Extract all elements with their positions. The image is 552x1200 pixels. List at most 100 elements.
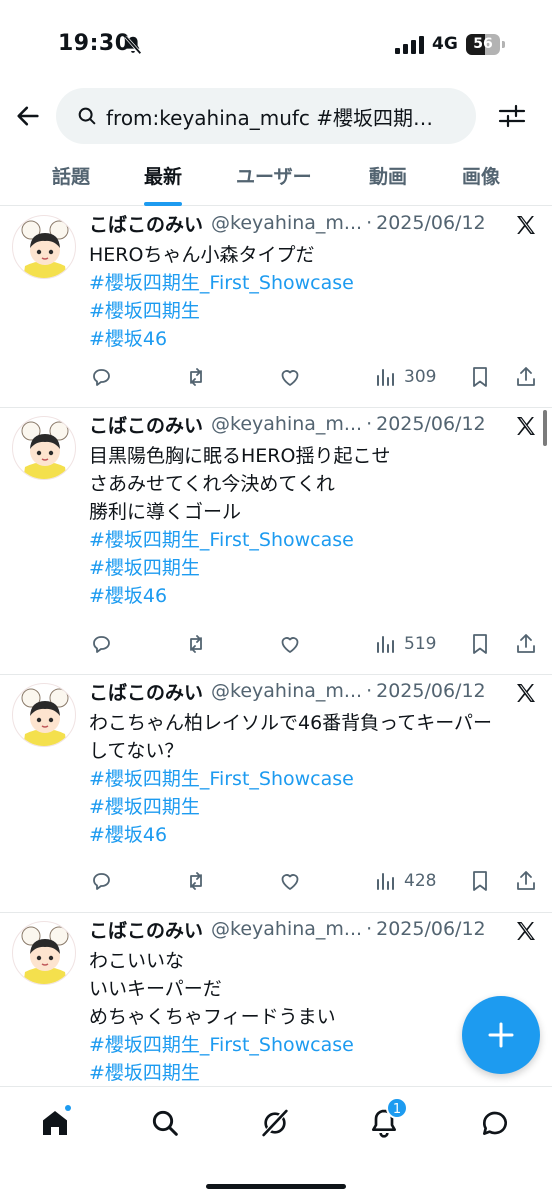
home-unread-dot: [65, 1105, 71, 1111]
display-name[interactable]: こばこのみい: [89, 916, 203, 943]
tweet-date[interactable]: 2025/06/12: [376, 918, 486, 940]
views-button[interactable]: 428: [374, 865, 436, 897]
display-name[interactable]: こばこのみい: [89, 411, 203, 438]
x-logo-icon: [517, 684, 535, 702]
hashtag-link[interactable]: #櫻坂四期生_First_Showcase: [89, 269, 538, 297]
heart-icon: [281, 874, 299, 890]
like-button[interactable]: [278, 628, 302, 660]
tweet-text-line: わこいいな: [89, 950, 185, 972]
nav-notifications[interactable]: 1: [364, 1097, 408, 1143]
status-bar: 19:30 4G 56: [0, 0, 552, 88]
display-name[interactable]: こばこのみい: [89, 210, 203, 237]
separator-dot: ·: [366, 918, 373, 940]
messages-icon: [482, 1111, 507, 1135]
retweet-button[interactable]: [184, 361, 208, 393]
share-button[interactable]: [514, 865, 538, 897]
tweet-header: こばこのみい @keyahina_m... · 2025/06/12: [89, 675, 538, 707]
tweet-text-line: してない？: [89, 740, 184, 762]
bookmark-button[interactable]: [468, 361, 492, 393]
like-button[interactable]: [278, 865, 302, 897]
like-button[interactable]: [278, 361, 302, 393]
retweet-button[interactable]: [184, 628, 208, 660]
tweet-text: わこちゃん柏レイソルで46番背負ってキーパー してない？ #櫻坂四期生_Firs…: [89, 709, 538, 849]
bookmark-icon: [473, 634, 487, 654]
tweet[interactable]: こばこのみい @keyahina_m... · 2025/06/12 わこいいな…: [0, 913, 552, 1086]
views-button[interactable]: 519: [374, 628, 436, 660]
hashtag-link[interactable]: #櫻坂46: [89, 821, 538, 849]
tweet-date[interactable]: 2025/06/12: [376, 212, 486, 234]
hashtag-link[interactable]: #櫻坂四期生: [89, 554, 538, 582]
tab-latest[interactable]: 最新: [144, 162, 183, 206]
search-query: from:keyahina_mufc #櫻坂四期生_First_Showcase: [106, 105, 451, 130]
tweet[interactable]: こばこのみい @keyahina_m... · 2025/06/12 わこちゃん…: [0, 675, 552, 913]
hashtag-link[interactable]: #櫻坂四期生: [89, 793, 538, 821]
hashtag-link[interactable]: #櫻坂46: [89, 582, 538, 610]
tweet-text-line: 勝利に導くゴール: [89, 501, 242, 523]
avatar[interactable]: [12, 416, 76, 480]
tweet-text-line: HEROちゃん小森タイプだ: [89, 244, 315, 266]
hashtag-link[interactable]: #櫻坂四期生: [89, 1059, 538, 1086]
nav-messages[interactable]: [475, 1103, 515, 1143]
view-count: 428: [404, 871, 437, 891]
nav-search[interactable]: [145, 1103, 185, 1143]
tab-images[interactable]: 画像: [462, 162, 500, 206]
user-handle[interactable]: @keyahina_m...: [211, 212, 362, 234]
plus-icon: [488, 1022, 514, 1048]
reply-button[interactable]: [89, 628, 113, 660]
retweet-button[interactable]: [184, 865, 208, 897]
user-handle[interactable]: @keyahina_m...: [211, 413, 362, 435]
bookmark-icon: [473, 367, 487, 387]
tweet-text-line: いいキーパーだ: [89, 978, 222, 1000]
tweet-actions: 428: [89, 865, 538, 897]
scrollbar[interactable]: [543, 410, 547, 446]
nav-home[interactable]: [35, 1103, 75, 1143]
hashtag-link[interactable]: #櫻坂46: [89, 325, 538, 353]
nav-grok[interactable]: [255, 1103, 295, 1143]
filter-button[interactable]: [494, 100, 530, 132]
search-input[interactable]: from:keyahina_mufc #櫻坂四期生_First_Showcase: [56, 88, 476, 144]
sliders-icon: [498, 104, 526, 128]
x-logo-icon: [517, 417, 535, 435]
reply-button[interactable]: [89, 865, 113, 897]
share-button[interactable]: [514, 628, 538, 660]
bookmark-button[interactable]: [468, 865, 492, 897]
user-handle[interactable]: @keyahina_m...: [211, 680, 362, 702]
compose-button[interactable]: [462, 996, 540, 1074]
reply-icon: [93, 369, 110, 386]
avatar-illustration: [21, 220, 69, 278]
tab-people[interactable]: ユーザー: [236, 162, 312, 206]
tab-top[interactable]: 話題: [52, 162, 90, 206]
user-handle[interactable]: @keyahina_m...: [211, 918, 362, 940]
x-logo-icon: [517, 216, 535, 234]
tweet[interactable]: こばこのみい @keyahina_m... · 2025/06/12 HEROち…: [0, 207, 552, 408]
avatar[interactable]: [12, 215, 76, 279]
hashtag-link[interactable]: #櫻坂四期生_First_Showcase: [89, 526, 538, 554]
display-name[interactable]: こばこのみい: [89, 678, 203, 705]
status-time: 19:30: [58, 31, 131, 56]
tab-videos[interactable]: 動画: [369, 162, 407, 206]
separator-dot: ·: [366, 413, 373, 435]
grok-icon: [262, 1109, 288, 1137]
tweet-date[interactable]: 2025/06/12: [376, 413, 486, 435]
bell-off-icon: [124, 35, 142, 55]
reply-button[interactable]: [89, 361, 113, 393]
avatar[interactable]: [12, 683, 76, 747]
avatar-illustration: [21, 688, 69, 746]
tweet-header: こばこのみい @keyahina_m... · 2025/06/12: [89, 913, 538, 945]
hashtag-link[interactable]: #櫻坂四期生_First_Showcase: [89, 765, 538, 793]
views-chart-icon: [377, 636, 394, 653]
tweet[interactable]: こばこのみい @keyahina_m... · 2025/06/12 目黒陽色胸…: [0, 408, 552, 675]
separator-dot: ·: [366, 212, 373, 234]
back-button[interactable]: [10, 98, 46, 134]
avatar[interactable]: [12, 921, 76, 985]
bookmark-button[interactable]: [468, 628, 492, 660]
views-chart-icon: [377, 369, 394, 386]
share-button[interactable]: [514, 361, 538, 393]
view-count: 519: [404, 634, 437, 654]
views-button[interactable]: 309: [374, 361, 436, 393]
network-type: 4G: [432, 34, 458, 54]
battery-icon: 56: [466, 34, 506, 56]
tweet-body: こばこのみい @keyahina_m... · 2025/06/12 HEROち…: [89, 207, 538, 353]
hashtag-link[interactable]: #櫻坂四期生: [89, 297, 538, 325]
tweet-date[interactable]: 2025/06/12: [376, 680, 486, 702]
